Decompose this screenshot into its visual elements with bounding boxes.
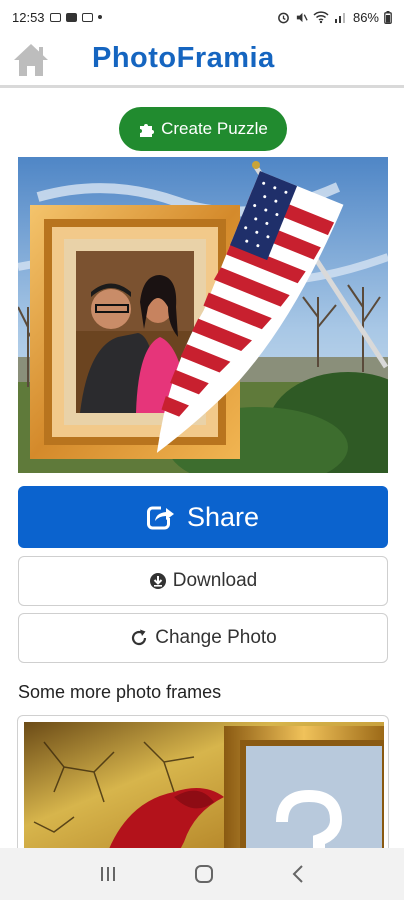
more-frames-heading: Some more photo frames [18,682,222,702]
logo-text-tail: a [258,42,275,74]
system-navigation-bar [0,848,404,900]
download-icon [149,573,166,589]
share-button[interactable]: Share [18,486,388,548]
battery-percentage: 86% [352,9,379,25]
status-time: 12:53 [12,9,45,25]
alarm-icon [278,12,289,23]
home-button[interactable] [11,40,51,80]
change-photo-label: Change Photo [155,627,277,648]
status-left: 12:53 [12,10,102,25]
battery-icon [384,10,392,24]
frame-thumbnail[interactable] [24,722,384,865]
app-notification-icon [81,12,93,22]
app-logo: PhotoFramia [92,42,275,75]
framed-photo-illustration [18,157,388,473]
youtube-notification-icon [65,12,77,22]
status-right: 86% [277,10,392,25]
framed-photo-preview [18,157,388,473]
mute-icon [296,12,308,22]
share-icon [146,504,175,530]
change-photo-button[interactable]: Change Photo [18,613,388,663]
gallery-notification-icon [49,12,61,22]
logo-text-main: PhotoFrami [92,42,259,74]
home-icon [14,43,48,76]
refresh-icon [132,629,147,646]
download-label: Download [172,570,258,591]
status-bar: 12:53 86% [0,0,404,34]
create-puzzle-label: Create Puzzle [161,119,268,138]
download-button[interactable]: Download [18,556,388,606]
recent-apps-icon[interactable] [98,865,118,883]
back-icon[interactable] [290,864,306,884]
create-puzzle-button[interactable]: Create Puzzle [119,107,287,151]
home-nav-icon[interactable] [193,863,215,885]
more-notifications-icon [97,15,102,19]
share-label: Share [186,501,260,532]
app-header: PhotoFramia [0,34,404,88]
signal-icon [334,13,345,23]
puzzle-piece-icon [140,123,155,137]
frame-card[interactable] [17,715,389,865]
wifi-icon [313,10,329,23]
